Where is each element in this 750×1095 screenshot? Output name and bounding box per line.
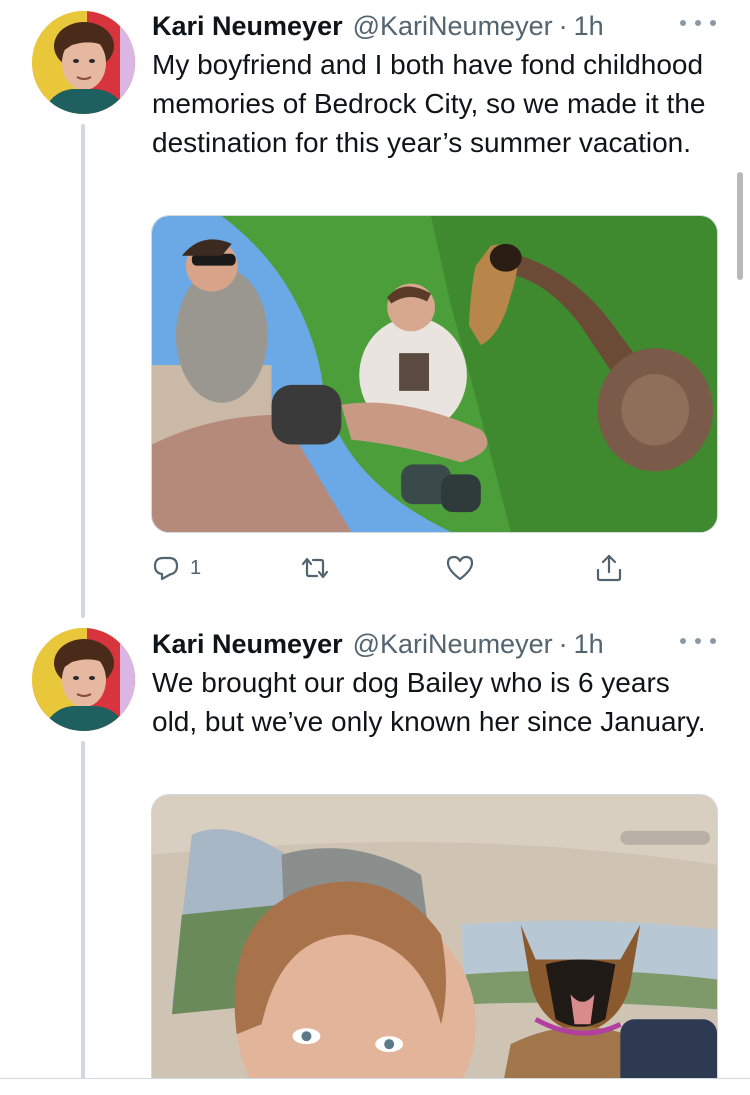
tweet-text: My boyfriend and I both have fond childh…: [152, 49, 706, 158]
more-options-icon[interactable]: [680, 634, 716, 648]
avatar-photo: [32, 11, 135, 114]
bottom-area: [0, 1079, 750, 1095]
like-button[interactable]: [444, 548, 476, 588]
timestamp[interactable]: 1h: [574, 629, 604, 660]
display-name[interactable]: Kari Neumeyer: [152, 11, 343, 42]
scrollbar[interactable]: [737, 172, 743, 280]
tweet-text: We brought our dog Bailey who is 6 years…: [152, 667, 706, 737]
tweet-header: Kari Neumeyer @KariNeumeyer · 1h: [152, 10, 604, 42]
reply-icon: [153, 556, 179, 581]
photo-car-selfie-with-dog: [152, 795, 717, 1095]
handle[interactable]: @KariNeumeyer: [353, 11, 553, 42]
reply-count: 1: [190, 556, 202, 579]
more-options-icon[interactable]: [680, 16, 716, 30]
tweet[interactable]: Kari Neumeyer @KariNeumeyer · 1h My boyf…: [0, 0, 750, 620]
handle[interactable]: @KariNeumeyer: [353, 629, 553, 660]
tweet-photo[interactable]: [151, 215, 718, 533]
display-name[interactable]: Kari Neumeyer: [152, 629, 343, 660]
tweet-header: Kari Neumeyer @KariNeumeyer · 1h: [152, 628, 604, 660]
separator-dot: ·: [558, 628, 568, 659]
tweet-actions: 1: [150, 548, 650, 588]
thread-line: [81, 124, 85, 618]
avatar[interactable]: [32, 628, 135, 731]
tweet-photo[interactable]: [151, 794, 718, 1095]
avatar[interactable]: [32, 11, 135, 114]
retweet-button[interactable]: [299, 548, 331, 588]
share-button[interactable]: [593, 548, 625, 588]
photo-selfie-fisheye: [152, 216, 717, 532]
separator-dot: ·: [558, 10, 568, 41]
tweet[interactable]: Kari Neumeyer @KariNeumeyer · 1h We brou…: [0, 618, 750, 1095]
reply-button[interactable]: 1: [150, 548, 201, 588]
heart-icon: [446, 555, 474, 581]
avatar-photo: [32, 628, 135, 731]
share-icon: [596, 554, 622, 582]
retweet-icon: [301, 557, 329, 579]
thread-line: [81, 741, 85, 1095]
timestamp[interactable]: 1h: [574, 11, 604, 42]
